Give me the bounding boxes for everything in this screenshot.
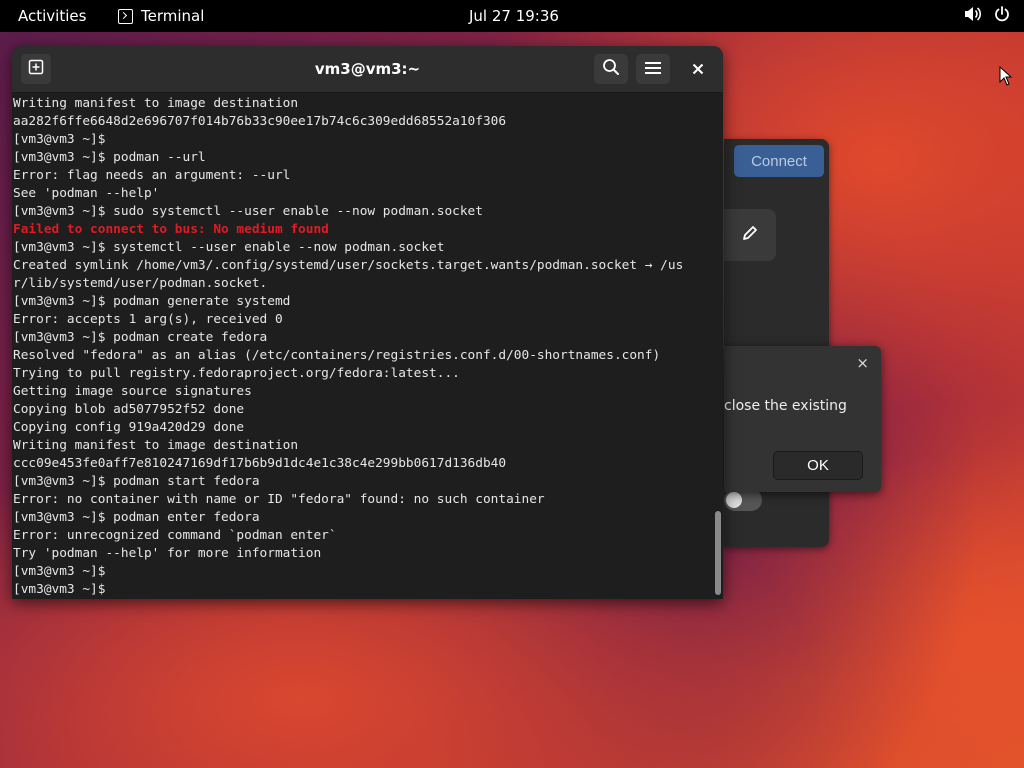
pencil-icon <box>742 225 758 245</box>
dialog-message: close the existing <box>724 398 847 414</box>
scrollbar-thumb[interactable] <box>715 511 721 595</box>
toggle-switch[interactable] <box>724 489 762 511</box>
terminal-line: [vm3@vm3 ~]$ sudo systemctl --user enabl… <box>13 204 483 219</box>
terminal-line: [vm3@vm3 ~]$ podman start fedora <box>13 474 260 489</box>
search-icon <box>602 58 620 80</box>
menu-icon <box>645 60 661 79</box>
terminal-line: Error: accepts 1 arg(s), received 0 <box>13 312 283 327</box>
terminal-icon <box>118 8 133 24</box>
terminal-output[interactable]: Writing manifest to image destination aa2… <box>12 93 713 599</box>
menu-button[interactable] <box>636 54 670 84</box>
activities-button[interactable]: Activities <box>18 7 86 25</box>
search-button[interactable] <box>594 54 628 84</box>
terminal-line: [vm3@vm3 ~]$ systemctl --user enable --n… <box>13 240 445 255</box>
terminal-line: [vm3@vm3 ~]$ podman enter fedora <box>13 510 260 525</box>
terminal-line: See 'podman --help' <box>13 186 160 201</box>
terminal-line: Copying config 919a420d29 done <box>13 420 245 435</box>
terminal-line: Error: flag needs an argument: --url <box>13 168 291 183</box>
terminal-line: Resolved "fedora" as an alias (/etc/cont… <box>13 348 661 363</box>
mouse-pointer-icon <box>999 65 1013 90</box>
connect-button[interactable]: Connect <box>734 145 824 177</box>
terminal-line: Created symlink /home/vm3/.config/system… <box>13 258 684 273</box>
app-menu[interactable]: Terminal <box>118 7 204 25</box>
top-bar: Activities Terminal Jul 27 19:36 <box>0 0 1024 32</box>
close-button[interactable] <box>688 59 708 79</box>
dialog: × close the existing OK <box>724 346 881 492</box>
terminal-line: Copying blob ad5077952f52 done <box>13 402 245 417</box>
terminal-line: Error: no container with name or ID "fed… <box>13 492 545 507</box>
terminal-line: [vm3@vm3 ~]$ podman generate systemd <box>13 294 291 309</box>
terminal-line: [vm3@vm3 ~]$ podman create fedora <box>13 330 268 345</box>
terminal-line: [vm3@vm3 ~]$ <box>13 564 106 579</box>
terminal-error-line: Failed to connect to bus: No medium foun… <box>13 222 329 237</box>
power-icon <box>994 6 1010 22</box>
terminal-line: Writing manifest to image destination <box>13 96 299 111</box>
terminal-line: [vm3@vm3 ~]$ podman --url <box>13 150 206 165</box>
terminal-line: Writing manifest to image destination <box>13 438 299 453</box>
terminal-line: Trying to pull registry.fedoraproject.or… <box>13 366 460 381</box>
terminal-line: Try 'podman --help' for more information <box>13 546 322 561</box>
terminal-window: vm3@vm3:~ Writing manifest to image dest… <box>12 46 723 599</box>
close-icon <box>692 60 704 79</box>
terminal-line: Error: unrecognized command `podman ente… <box>13 528 337 543</box>
clock[interactable]: Jul 27 19:36 <box>469 7 559 25</box>
edit-button[interactable] <box>724 209 776 261</box>
terminal-line: Getting image source signatures <box>13 384 252 399</box>
terminal-line: aa282f6ffe6648d2e696707f014b76b33c90ee17… <box>13 114 507 129</box>
terminal-line: r/lib/systemd/user/podman.socket. <box>13 276 268 291</box>
system-menu[interactable] <box>964 6 1010 22</box>
terminal-header: vm3@vm3:~ <box>12 46 723 93</box>
terminal-line: ccc09e453fe0aff7e810247169df17b6b9d1dc4e… <box>13 456 507 471</box>
volume-icon <box>964 6 982 22</box>
terminal-line: [vm3@vm3 ~]$ <box>13 582 106 597</box>
app-name: Terminal <box>141 7 205 25</box>
ok-button[interactable]: OK <box>773 451 863 480</box>
terminal-line: [vm3@vm3 ~]$ <box>13 132 106 147</box>
scrollbar[interactable] <box>713 93 723 599</box>
dialog-close-button[interactable]: × <box>856 354 869 372</box>
